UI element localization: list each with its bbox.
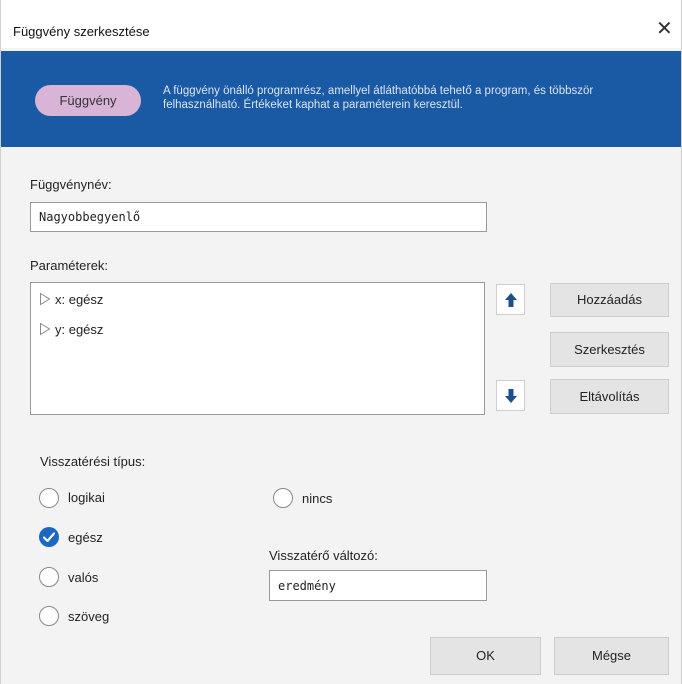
return-variable-input[interactable]: [269, 570, 487, 601]
ok-button[interactable]: OK: [430, 637, 541, 675]
list-item[interactable]: x: egész: [39, 289, 103, 309]
radio-nincs[interactable]: [272, 487, 294, 509]
close-icon[interactable]: ✕: [656, 18, 673, 40]
radio-label-szoveg: szöveg: [68, 609, 110, 624]
arrow-down-icon: [504, 388, 517, 403]
radio-logikai[interactable]: [38, 487, 60, 509]
add-button[interactable]: Hozzáadás: [550, 283, 669, 317]
radio-label-nincs: nincs: [302, 491, 333, 506]
radio-egesz[interactable]: [38, 526, 60, 548]
radio-valos[interactable]: [38, 566, 60, 588]
title-bar: Függvény szerkesztése ✕: [1, 0, 681, 48]
function-name-input[interactable]: [30, 202, 487, 232]
parameters-label: Paraméterek:: [30, 258, 109, 273]
cancel-button[interactable]: Mégse: [554, 637, 669, 675]
parameter-label: x: egész: [55, 291, 104, 307]
return-variable-label: Visszatérő változó:: [269, 548, 378, 563]
move-up-button[interactable]: [496, 284, 525, 315]
radio-szoveg[interactable]: [38, 605, 60, 627]
function-name-label: Függvénynév:: [30, 177, 112, 192]
return-type-label: Visszatérési típus:: [40, 454, 146, 469]
arrow-up-icon: [504, 292, 517, 307]
triangle-right-outline-icon: [40, 292, 51, 306]
function-badge: Függvény: [35, 85, 141, 116]
function-edit-dialog: Függvény szerkesztése ✕ Függvény A függv…: [0, 0, 682, 684]
edit-button[interactable]: Szerkesztés: [550, 332, 669, 367]
info-banner: Függvény A függvény önálló programrész, …: [1, 51, 681, 147]
radio-label-valos: valós: [68, 570, 99, 585]
remove-button[interactable]: Eltávolítás: [550, 379, 669, 414]
move-down-button[interactable]: [496, 380, 525, 411]
triangle-right-outline-icon: [40, 322, 51, 336]
radio-label-egesz: egész: [68, 530, 103, 545]
parameters-list[interactable]: x: egész y: egész: [30, 282, 485, 415]
list-item[interactable]: y: egész: [39, 319, 103, 339]
radio-label-logikai: logikai: [68, 490, 105, 505]
banner-description: A függvény önálló programrész, amellyel …: [163, 85, 594, 111]
dialog-title: Függvény szerkesztése: [13, 24, 150, 39]
parameter-label: y: egész: [55, 321, 104, 337]
